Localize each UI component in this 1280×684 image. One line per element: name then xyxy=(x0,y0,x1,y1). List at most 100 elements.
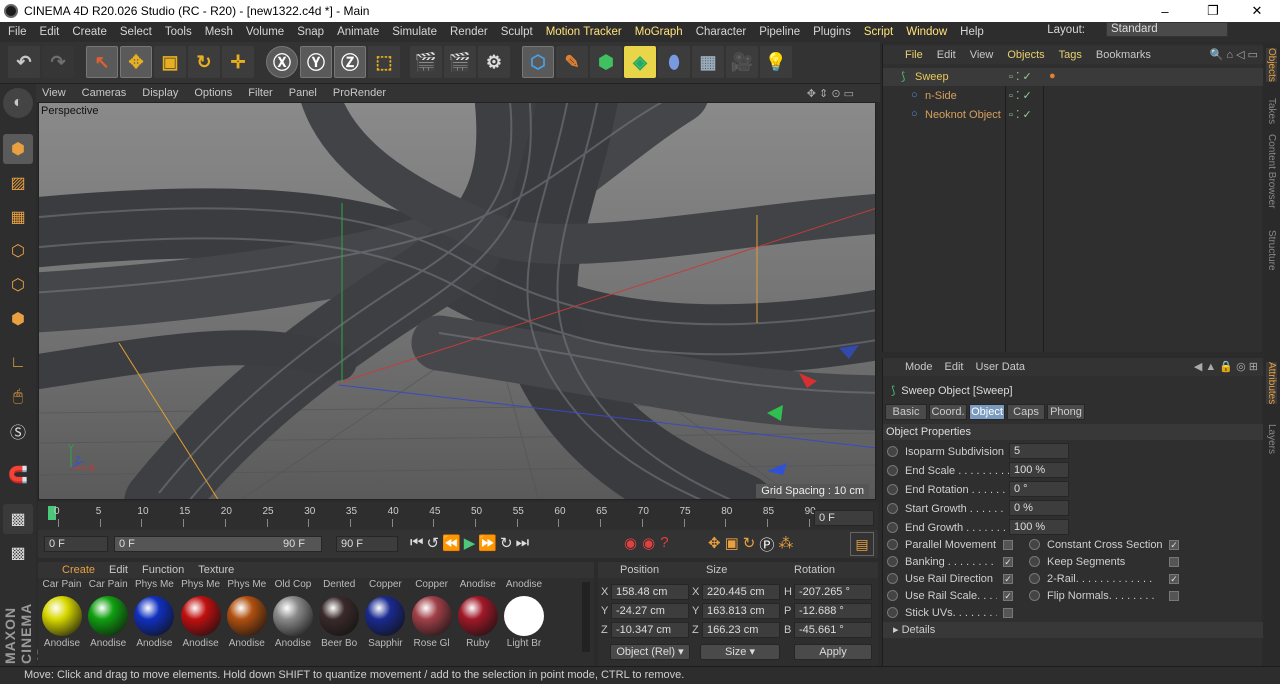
material-swatch[interactable]: Anodise xyxy=(271,594,315,649)
live-selection-icon[interactable]: ↖ xyxy=(86,46,118,78)
size-y-field[interactable]: 163.813 cm xyxy=(702,603,780,619)
animate-radio[interactable] xyxy=(887,556,898,567)
texture-mode-icon[interactable]: ▨ xyxy=(3,168,33,198)
array-generator-icon[interactable]: ◈ xyxy=(624,46,656,78)
tab-phong[interactable]: Phong xyxy=(1047,404,1085,420)
workplane-icon[interactable]: ▩ xyxy=(3,504,33,534)
prev-frame-icon[interactable]: ⏪ xyxy=(442,534,461,552)
visibility-toggle-icon[interactable]: ▫ ⁚ ✓ xyxy=(1009,89,1032,102)
position-z-field[interactable]: -10.347 cm xyxy=(611,622,689,638)
timeline-window-icon[interactable]: ▤ xyxy=(850,532,874,556)
key-pla-icon[interactable]: ⁂ xyxy=(778,534,793,555)
key-rotation-icon[interactable]: ↻ xyxy=(743,534,756,555)
attribute-field-input[interactable]: 0 ° xyxy=(1009,481,1069,497)
scale-tool-icon[interactable]: ▣ xyxy=(154,46,186,78)
animate-radio[interactable] xyxy=(887,607,898,618)
menu-edit[interactable]: Edit xyxy=(40,26,60,38)
material-swatch[interactable]: Rose Gl xyxy=(410,594,454,649)
object-menu-file[interactable]: File xyxy=(905,49,923,61)
attribute-checkbox[interactable] xyxy=(1169,556,1179,567)
end-frame-field[interactable]: 90 F xyxy=(336,536,398,552)
menu-animate[interactable]: Animate xyxy=(337,26,379,38)
prev-key-icon[interactable]: ↺ xyxy=(427,534,440,552)
apply-button[interactable]: Apply xyxy=(794,644,872,660)
y-axis-lock-icon[interactable]: Ⓨ xyxy=(300,46,332,78)
attribute-checkbox[interactable]: ✓ xyxy=(1169,539,1179,550)
size-x-field[interactable]: 220.445 cm xyxy=(702,584,780,600)
menu-file[interactable]: File xyxy=(8,26,27,38)
attribute-checkbox[interactable] xyxy=(1169,590,1179,601)
play-icon[interactable]: ▶ xyxy=(464,534,476,552)
attribute-checkbox[interactable]: ✓ xyxy=(1169,573,1179,584)
undo-icon[interactable]: ↶ xyxy=(8,46,40,78)
menu-help[interactable]: Help xyxy=(960,26,984,38)
points-mode-icon[interactable]: ⬡ xyxy=(3,236,33,266)
animate-radio[interactable] xyxy=(1029,539,1040,550)
details-section[interactable]: ▸ Details xyxy=(883,622,1263,638)
key-scale-icon[interactable]: ▣ xyxy=(725,534,739,555)
animate-radio[interactable] xyxy=(887,484,898,495)
menu-motion-tracker[interactable]: Motion Tracker xyxy=(546,26,622,38)
menu-snap[interactable]: Snap xyxy=(297,26,324,38)
viewport-menu-prorender[interactable]: ProRender xyxy=(333,87,386,99)
material-menu-create[interactable]: Create xyxy=(62,564,95,576)
start-frame-field[interactable]: 0 F xyxy=(44,536,108,552)
tab-content-browser[interactable]: Content Browser xyxy=(1266,134,1277,208)
move-tool-icon[interactable]: ✥ xyxy=(120,46,152,78)
visibility-toggle-icon[interactable]: ▫ ⁚ ✓ xyxy=(1009,70,1032,83)
attribute-menu-edit[interactable]: Edit xyxy=(945,361,964,373)
tab-attributes[interactable]: Attributes xyxy=(1266,362,1277,405)
coordinate-mode-dropdown[interactable]: Object (Rel) ▾ xyxy=(610,644,690,660)
animate-radio[interactable] xyxy=(1029,590,1040,601)
current-frame-field[interactable]: 0 F xyxy=(814,510,874,526)
object-manager-nav-icons[interactable]: 🔍 ⌂ ◁ ▭ xyxy=(1210,48,1258,61)
locked-workplane-icon[interactable]: ▩ xyxy=(3,538,33,568)
menu-mesh[interactable]: Mesh xyxy=(205,26,233,38)
menu-volume[interactable]: Volume xyxy=(246,26,284,38)
keyframe-selection-icon[interactable]: ? xyxy=(660,534,668,552)
rotation-b-field[interactable]: -45.661 ° xyxy=(794,622,872,638)
subdivision-surface-icon[interactable]: ⬢ xyxy=(590,46,622,78)
position-y-field[interactable]: -24.27 cm xyxy=(611,603,689,619)
object-row[interactable]: ⟆ Sweep ▫ ⁚ ✓ ● xyxy=(883,68,1263,86)
rotate-tool-icon[interactable]: ↻ xyxy=(188,46,220,78)
key-param-icon[interactable]: Ⓟ xyxy=(759,534,774,555)
next-frame-icon[interactable]: ⏩ xyxy=(478,534,497,552)
attribute-field-input[interactable]: 5 xyxy=(1009,443,1069,459)
layout-dropdown[interactable]: Standard xyxy=(1106,22,1228,37)
menu-simulate[interactable]: Simulate xyxy=(392,26,437,38)
material-swatch[interactable]: Beer Bo xyxy=(317,594,361,649)
close-button[interactable]: ✕ xyxy=(1234,0,1280,22)
rotation-h-field[interactable]: -207.265 ° xyxy=(794,584,872,600)
workplane-mode-icon[interactable]: ▦ xyxy=(3,202,33,232)
material-swatch[interactable]: Anodise xyxy=(179,594,223,649)
menu-tools[interactable]: Tools xyxy=(165,26,192,38)
object-row[interactable]: ○ n-Side ▫ ⁚ ✓ xyxy=(883,87,1263,105)
material-swatch[interactable]: Anodise xyxy=(86,594,130,649)
viewport-nav-icons[interactable]: ✥ ⇕ ⊙ ▭ xyxy=(807,87,854,100)
attribute-checkbox[interactable] xyxy=(1003,607,1013,618)
goto-end-icon[interactable]: ⏭ xyxy=(516,534,530,552)
solo-icon[interactable]: Ⓢ xyxy=(3,416,33,446)
attribute-checkbox[interactable]: ✓ xyxy=(1003,556,1013,567)
pen-spline-icon[interactable]: ✎ xyxy=(556,46,588,78)
tab-object[interactable]: Object xyxy=(969,404,1005,420)
visibility-toggle-icon[interactable]: ▫ ⁚ ✓ xyxy=(1009,108,1032,121)
object-menu-objects[interactable]: Objects xyxy=(1007,49,1044,61)
goto-start-icon[interactable]: ⏮ xyxy=(410,534,424,552)
autokey-icon[interactable]: ◉ xyxy=(642,534,655,552)
attribute-field-input[interactable]: 0 % xyxy=(1009,500,1069,516)
x-axis-lock-icon[interactable]: Ⓧ xyxy=(266,46,298,78)
menu-pipeline[interactable]: Pipeline xyxy=(759,26,800,38)
axis-mode-icon[interactable]: ∟ xyxy=(3,348,33,378)
menu-sculpt[interactable]: Sculpt xyxy=(501,26,533,38)
material-swatch[interactable]: Light Br xyxy=(502,594,546,649)
render-view-icon[interactable]: 🎬 xyxy=(410,46,442,78)
viewport-menu-view[interactable]: View xyxy=(42,87,66,99)
make-editable-icon[interactable]: ◐ xyxy=(3,88,33,118)
coordinate-system-icon[interactable]: ⬚ xyxy=(368,46,400,78)
tweak-mode-icon[interactable]: 🖱 xyxy=(3,382,33,412)
key-position-icon[interactable]: ✥ xyxy=(708,534,721,555)
menu-select[interactable]: Select xyxy=(120,26,152,38)
recent-tools-icon[interactable]: ✛ xyxy=(222,46,254,78)
